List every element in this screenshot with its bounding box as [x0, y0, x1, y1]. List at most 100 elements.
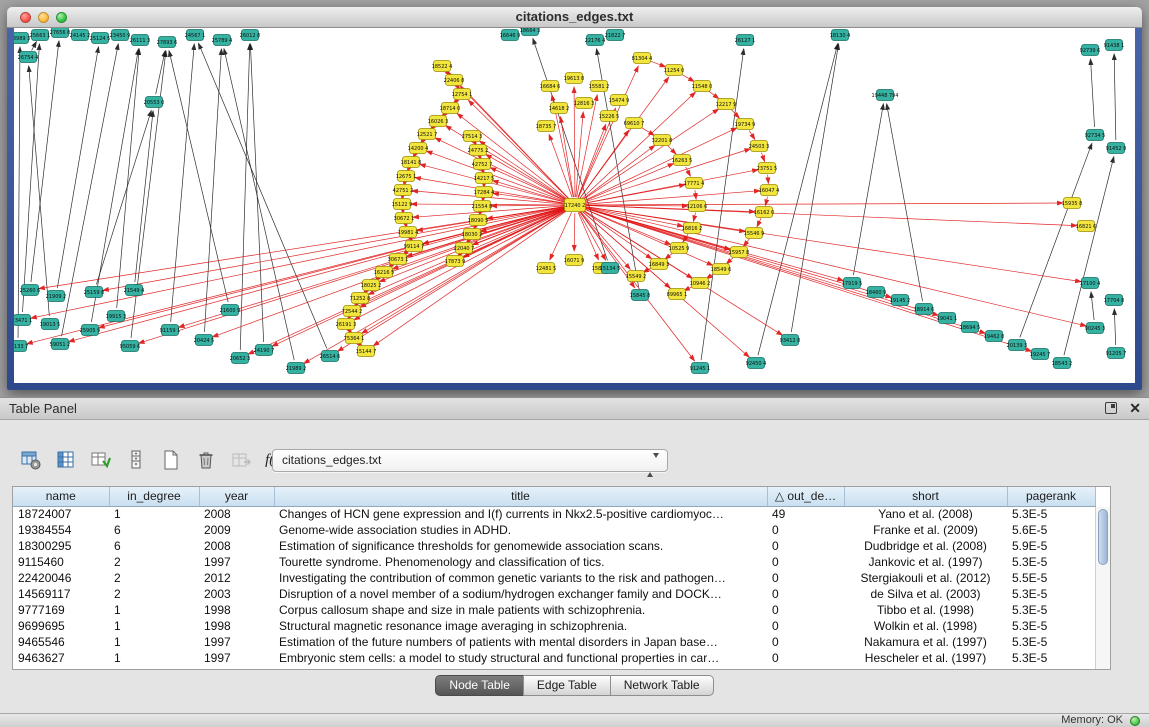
graph-node[interactable]: 17873 9: [445, 256, 466, 267]
graph-node[interactable]: 16047 4: [759, 185, 780, 196]
graph-node[interactable]: 26127 1: [735, 35, 756, 46]
table-cell[interactable]: 5.3E-5: [1007, 650, 1095, 666]
graph-node[interactable]: 11548 0: [692, 81, 713, 92]
graph-node[interactable]: 90245 3: [1085, 323, 1106, 334]
graph-node[interactable]: 18460 9: [866, 287, 887, 298]
column-header[interactable]: △ out_de…: [767, 487, 844, 506]
graph-edge[interactable]: [744, 239, 750, 247]
graph-edge[interactable]: [156, 51, 165, 94]
graph-node[interactable]: 69610 7: [624, 118, 645, 129]
graph-node[interactable]: 23450 9: [110, 30, 131, 41]
table-cell[interactable]: 49: [767, 506, 844, 522]
graph-edge[interactable]: [91, 49, 138, 322]
table-cell[interactable]: 0: [767, 618, 844, 634]
graph-edge[interactable]: [29, 66, 50, 316]
graph-node[interactable]: 10525 9: [669, 243, 690, 254]
graph-edge[interactable]: [1114, 309, 1115, 345]
table-cell[interactable]: Disruption of a novel member of a sodium…: [274, 586, 767, 602]
graph-node[interactable]: 19915 3: [106, 311, 127, 322]
table-cell[interactable]: 2: [109, 570, 199, 586]
graph-edge[interactable]: [18, 47, 20, 338]
table-cell[interactable]: 5.6E-5: [1007, 522, 1095, 538]
graph-edge[interactable]: [1091, 292, 1094, 320]
table-cell[interactable]: 1: [109, 650, 199, 666]
table-cell[interactable]: Genome-wide association studies in ADHD.: [274, 522, 767, 538]
graph-node[interactable]: 23751 5: [757, 163, 778, 174]
zoom-window-button[interactable]: [56, 12, 67, 23]
graph-node[interactable]: 25260 6: [20, 285, 41, 296]
graph-node[interactable]: 92450 4: [746, 358, 767, 369]
graph-node[interactable]: 19448 794: [871, 90, 898, 101]
graph-edge[interactable]: [757, 218, 761, 226]
tab-node-table[interactable]: Node Table: [435, 675, 524, 696]
graph-edge[interactable]: [32, 42, 37, 51]
graph-node[interactable]: 25905 9: [80, 325, 101, 336]
table-cell[interactable]: 1997: [199, 650, 274, 666]
table-cell[interactable]: 2: [109, 554, 199, 570]
graph-node[interactable]: 16684 6: [540, 81, 561, 92]
table-cell[interactable]: 1998: [199, 618, 274, 634]
table-cell[interactable]: 5.5E-5: [1007, 570, 1095, 586]
graph-node[interactable]: 91159 1: [160, 325, 181, 336]
tab-edge-table[interactable]: Edge Table: [523, 675, 611, 696]
graph-node[interactable]: 72544 2: [342, 306, 363, 317]
graph-node[interactable]: 20652 3: [230, 353, 251, 364]
graph-edge[interactable]: [135, 111, 153, 282]
table-cell[interactable]: 2: [109, 586, 199, 602]
table-cell[interactable]: 18300295: [13, 538, 109, 554]
table-cell[interactable]: 5.3E-5: [1007, 618, 1095, 634]
graph-node[interactable]: 19013 5: [40, 319, 61, 330]
table-selector-combobox[interactable]: citations_edges.txt: [272, 449, 668, 472]
graph-node[interactable]: 22176 4: [585, 35, 606, 46]
graph-node[interactable]: 14200 4: [408, 143, 429, 154]
table-cell[interactable]: 2012: [199, 570, 274, 586]
table-cell[interactable]: Hescheler et al. (1997): [844, 650, 1007, 666]
graph-edge[interactable]: [491, 205, 567, 206]
graph-node[interactable]: 19734 9: [735, 119, 756, 130]
table-row[interactable]: 946362711997Embryonic stem cells: a mode…: [13, 650, 1095, 666]
graph-node[interactable]: 71252 8: [350, 293, 371, 304]
graph-node[interactable]: 30673 1: [388, 254, 409, 265]
table-row[interactable]: 1456911722003Disruption of a novel membe…: [13, 586, 1095, 602]
graph-edge[interactable]: [1091, 59, 1095, 127]
table-cell[interactable]: 1997: [199, 554, 274, 570]
graph-edge[interactable]: [23, 44, 40, 312]
graph-node[interactable]: 15935 8: [1062, 198, 1083, 209]
graph-node[interactable]: 25789 4: [212, 35, 233, 46]
table-cell[interactable]: 2008: [199, 506, 274, 522]
table-cell[interactable]: 1998: [199, 602, 274, 618]
delete-table-icon[interactable]: [191, 446, 220, 474]
graph-node[interactable]: 92734 5: [1085, 130, 1106, 141]
table-cell[interactable]: Wolkin et al. (1998): [844, 618, 1007, 634]
table-cell[interactable]: 5.9E-5: [1007, 538, 1095, 554]
graph-edge[interactable]: [665, 253, 673, 259]
table-cell[interactable]: Estimation of the future numbers of pati…: [274, 634, 767, 650]
table-cell[interactable]: 5.3E-5: [1007, 506, 1095, 522]
table-cell[interactable]: 9465546: [13, 634, 109, 650]
graph-node[interactable]: 18549 6: [711, 264, 732, 275]
table-cell[interactable]: 14569117: [13, 586, 109, 602]
table-cell[interactable]: 0: [767, 570, 844, 586]
close-panel-icon[interactable]: ✕: [1129, 401, 1141, 415]
graph-node[interactable]: 21554 8: [472, 201, 493, 212]
column-header[interactable]: year: [199, 487, 274, 506]
graph-node[interactable]: 27893 6: [157, 37, 178, 48]
vertical-scrollbar[interactable]: [1095, 507, 1110, 669]
graph-node[interactable]: 16646 9: [500, 30, 521, 41]
graph-node[interactable]: 15581 2: [589, 81, 610, 92]
graph-edge[interactable]: [668, 146, 676, 154]
graph-node[interactable]: 24145 2: [70, 30, 91, 41]
graph-node[interactable]: 23989 3: [14, 33, 30, 44]
tab-network-table[interactable]: Network Table: [610, 675, 714, 696]
graph-edge[interactable]: [726, 257, 733, 264]
graph-node[interactable]: 21600 9: [220, 305, 241, 316]
graph-node[interactable]: 42751 2: [393, 185, 414, 196]
table-row[interactable]: 1830029562008Estimation of significance …: [13, 538, 1095, 554]
graph-edge[interactable]: [577, 95, 598, 197]
graph-node[interactable]: 12481 5: [536, 263, 557, 274]
graph-node[interactable]: 15845 8: [630, 290, 651, 301]
graph-node[interactable]: 17240 2: [565, 199, 586, 212]
graph-edge[interactable]: [768, 175, 769, 184]
graph-node[interactable]: 12521 7: [417, 129, 438, 140]
graph-node[interactable]: 19145 2: [890, 295, 911, 306]
